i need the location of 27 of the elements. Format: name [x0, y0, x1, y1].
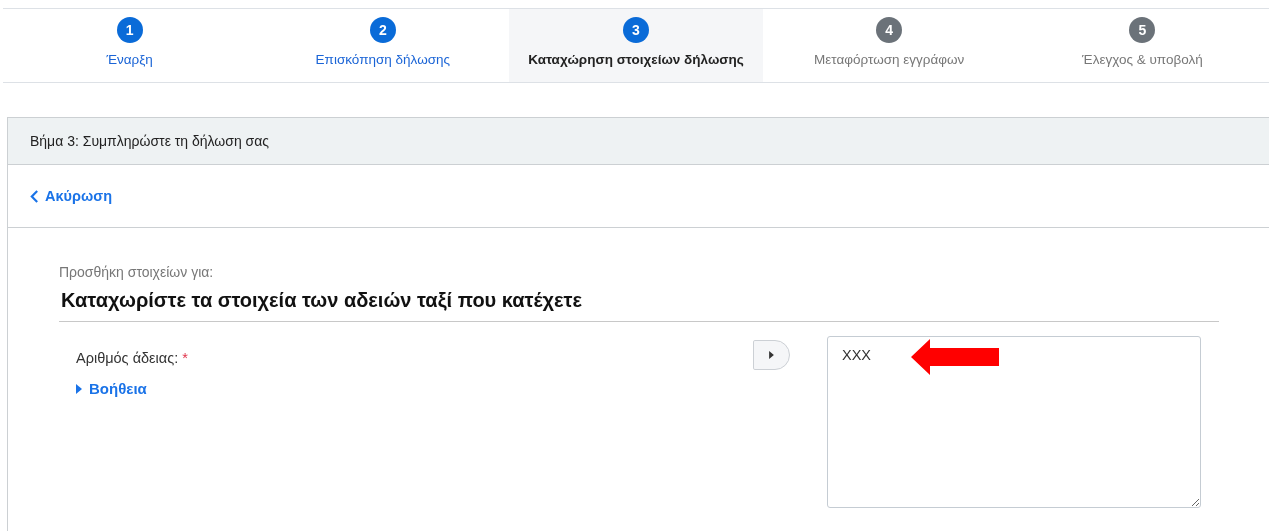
chevron-left-icon [30, 189, 39, 203]
required-asterisk: * [182, 350, 188, 366]
field-label: Αριθμός άδειας: [76, 350, 179, 366]
step-label: Καταχώρηση στοιχείων δήλωσης [528, 52, 744, 67]
cancel-link[interactable]: Ακύρωση [30, 188, 112, 204]
step-label: Έλεγχος & υποβολή [1082, 52, 1203, 67]
step-label: Έναρξη [106, 52, 153, 67]
step-number: 4 [876, 17, 903, 43]
caret-right-icon [769, 351, 774, 359]
step-label: Μεταφόρτωση εγγράφων [814, 52, 965, 67]
panel-title: Βήμα 3: Συμπληρώστε τη δήλωση σας [30, 133, 270, 149]
caret-right-icon [76, 383, 82, 394]
step-label: Επισκόπηση δήλωσης [315, 52, 450, 67]
step-number: 1 [116, 17, 143, 43]
license-number-field[interactable]: XXX [827, 336, 1201, 508]
arrow-icon [911, 339, 999, 375]
step-number: 5 [1129, 17, 1156, 43]
expand-button[interactable] [753, 340, 790, 370]
help-link[interactable]: Βοήθεια [76, 380, 753, 397]
step-number: 2 [369, 17, 396, 43]
step-tab[interactable]: 5 Έλεγχος & υποβολή [1015, 9, 1269, 82]
step-number: 3 [623, 17, 649, 43]
section-heading: Καταχωρίστε τα στοιχεία των αδειών ταξί που κατέχετε [59, 280, 1219, 322]
step-tab[interactable]: 4 Μεταφόρτωση εγγράφων [762, 9, 1016, 82]
section-subtitle: Προσθήκη στοιχείων για: [59, 264, 215, 280]
step-tab[interactable]: 1 Έναρξη [3, 9, 257, 82]
step-tab[interactable]: 2 Επισκόπηση δήλωσης [256, 9, 510, 82]
